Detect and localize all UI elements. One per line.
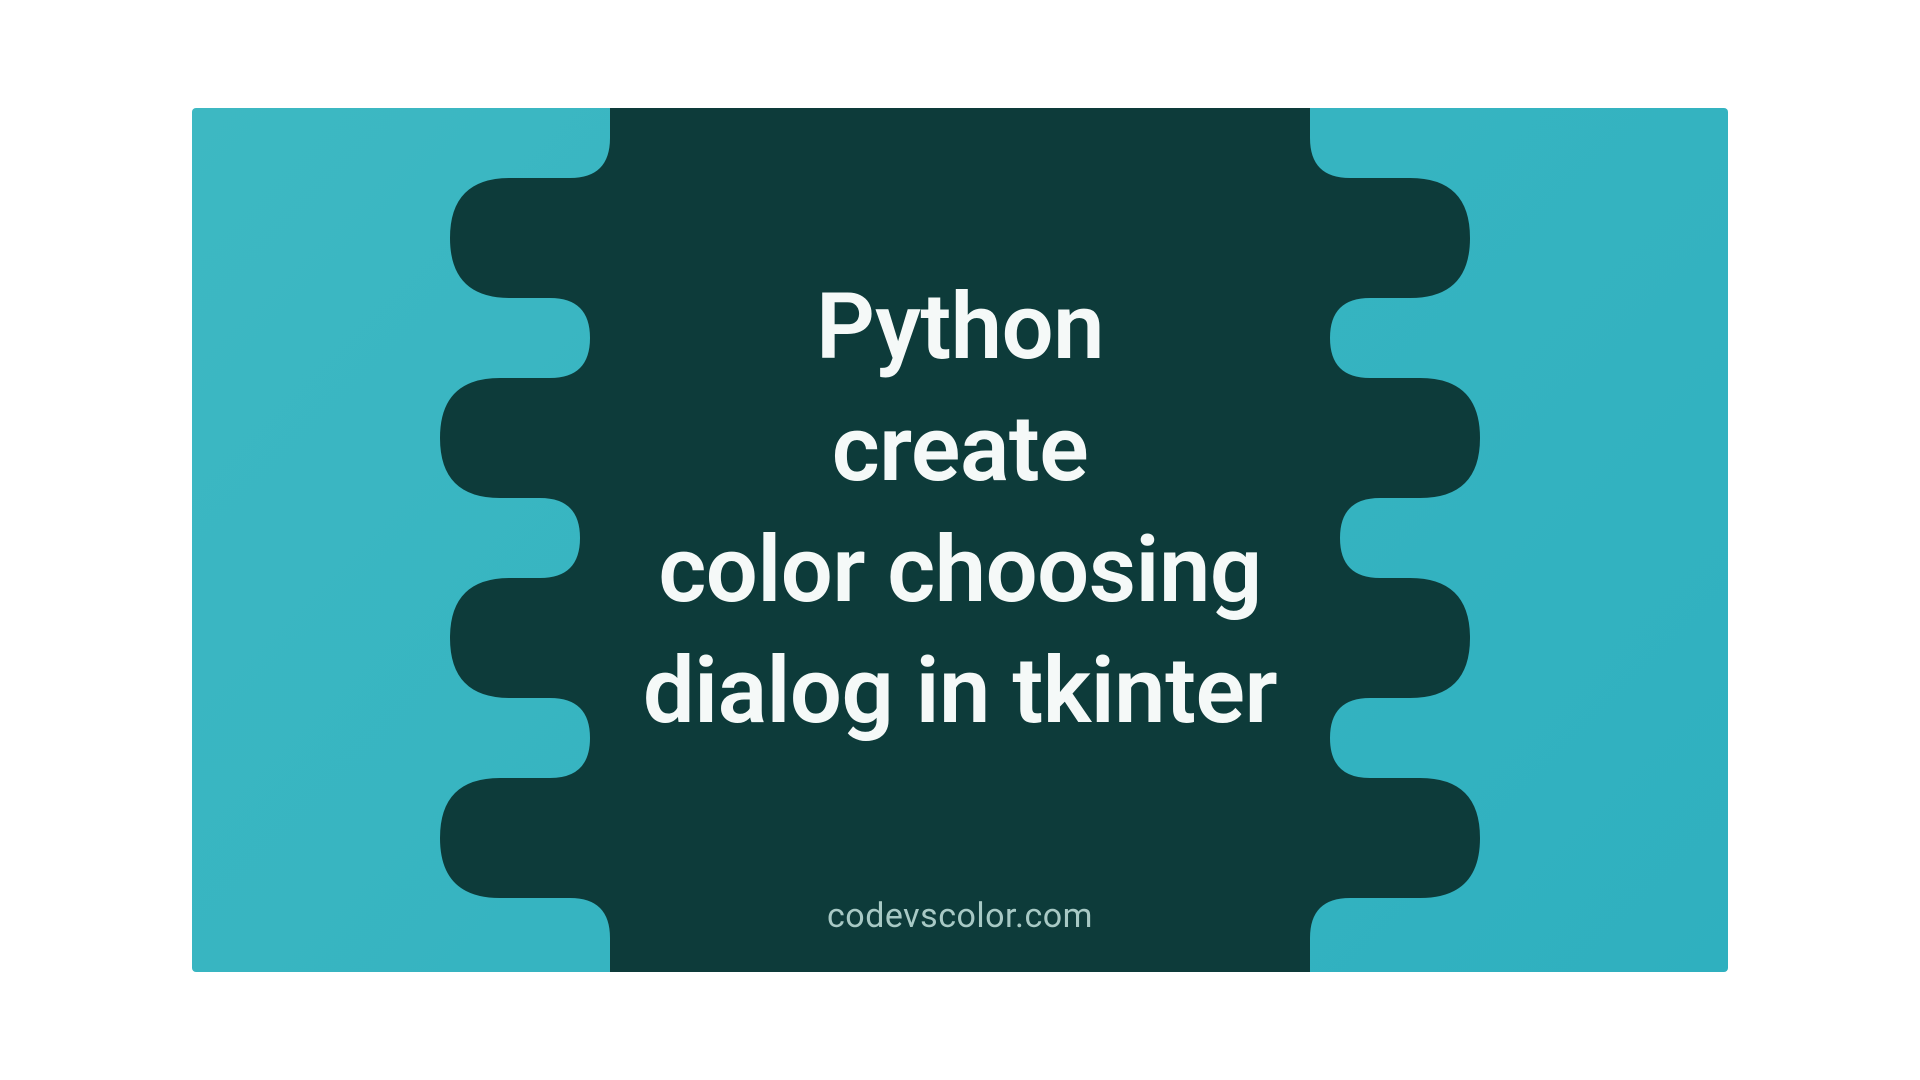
- title-line-1: Python: [643, 267, 1277, 388]
- title-line-3: color choosing: [643, 510, 1277, 631]
- content-area: Python create color choosing dialog in t…: [192, 108, 1728, 972]
- watermark-text: codevscolor.com: [827, 896, 1093, 936]
- title-line-4: dialog in tkinter: [643, 631, 1277, 752]
- banner-title: Python create color choosing dialog in t…: [643, 267, 1277, 753]
- banner-card: Python create color choosing dialog in t…: [192, 108, 1728, 972]
- title-line-2: create: [643, 389, 1277, 510]
